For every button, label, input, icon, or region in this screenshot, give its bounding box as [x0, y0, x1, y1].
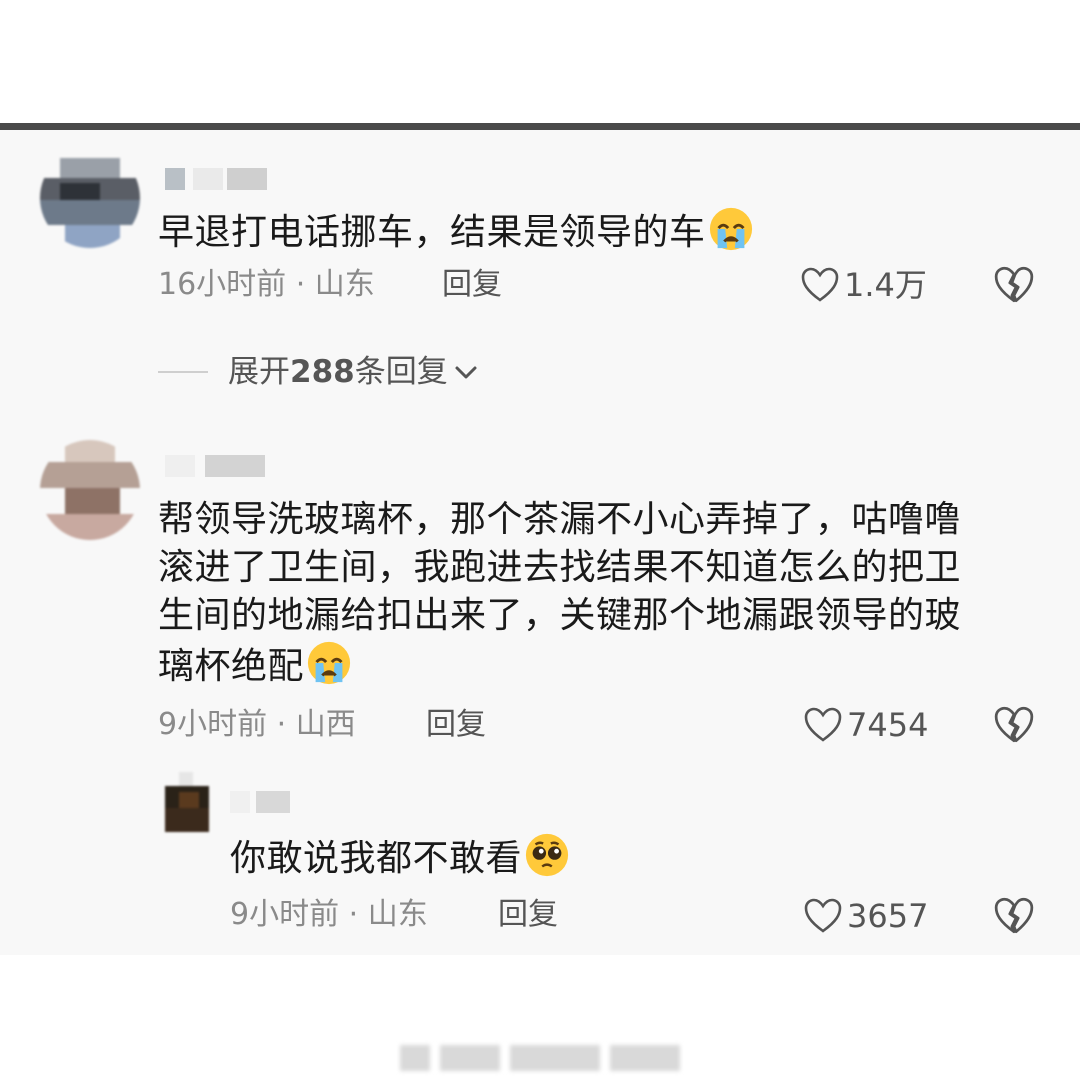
comment-list: 早退打电话挪车，结果是领导的车 16小时前 · 山东 回复 1.4万 展开 288…: [0, 130, 1080, 955]
reply-button[interactable]: 回复: [442, 267, 502, 303]
avatar[interactable]: [40, 148, 140, 248]
top-divider: [0, 123, 1080, 130]
comment-line: 滚进了卫生间，我跑进去找结果不知道怎么的把卫: [158, 547, 962, 588]
like-button[interactable]: 1.4万: [800, 265, 927, 305]
broken-heart-icon[interactable]: [993, 264, 1035, 306]
blurred-watermark: [400, 1045, 680, 1071]
reply-count: 288: [290, 354, 355, 390]
like-count: 3657: [847, 897, 929, 935]
crying-face-emoji-icon: [708, 206, 754, 252]
avatar[interactable]: [165, 772, 209, 832]
like-button[interactable]: 7454: [803, 705, 928, 745]
reply-button[interactable]: 回复: [426, 707, 486, 743]
chevron-down-icon: [455, 366, 477, 379]
comment-text: 早退打电话挪车，结果是领导的车: [158, 206, 754, 257]
username[interactable]: [230, 791, 340, 813]
pleading-face-emoji-icon: [524, 832, 570, 878]
like-count: 7454: [847, 706, 929, 744]
broken-heart-icon[interactable]: [993, 704, 1035, 746]
comment-line: 璃杯绝配: [158, 646, 305, 687]
avatar[interactable]: [40, 440, 140, 540]
broken-heart-icon[interactable]: [993, 895, 1035, 937]
username[interactable]: [165, 168, 275, 190]
comment-line: 生间的地漏给扣出来了，关键那个地漏跟领导的玻: [158, 595, 962, 636]
expand-suffix: 条回复: [354, 354, 448, 390]
comment-line: 帮领导洗玻璃杯，那个茶漏不小心弄掉了，咕噜噜: [158, 499, 962, 540]
expand-divider: [158, 371, 208, 373]
expand-prefix: 展开: [228, 354, 290, 390]
reply-button[interactable]: 回复: [498, 897, 558, 933]
like-count: 1.4万: [844, 266, 927, 304]
heart-icon: [804, 707, 842, 742]
reply-time-location: 9小时前 · 山东: [230, 897, 428, 932]
heart-icon: [801, 267, 839, 302]
like-button[interactable]: 3657: [803, 896, 928, 936]
expand-replies-button[interactable]: 展开 288 条回复: [158, 352, 480, 392]
comment-text: 帮领导洗玻璃杯，那个茶漏不小心弄掉了，咕噜噜 滚进了卫生间，我跑进去找结果不知道…: [158, 496, 961, 691]
crying-face-emoji-icon: [306, 640, 352, 686]
comment-time-location: 9小时前 · 山西: [158, 707, 356, 742]
comment-time-location: 16小时前 · 山东: [158, 267, 375, 302]
reply-text: 你敢说我都不敢看: [230, 832, 570, 883]
heart-icon: [804, 898, 842, 933]
username[interactable]: [165, 455, 275, 477]
